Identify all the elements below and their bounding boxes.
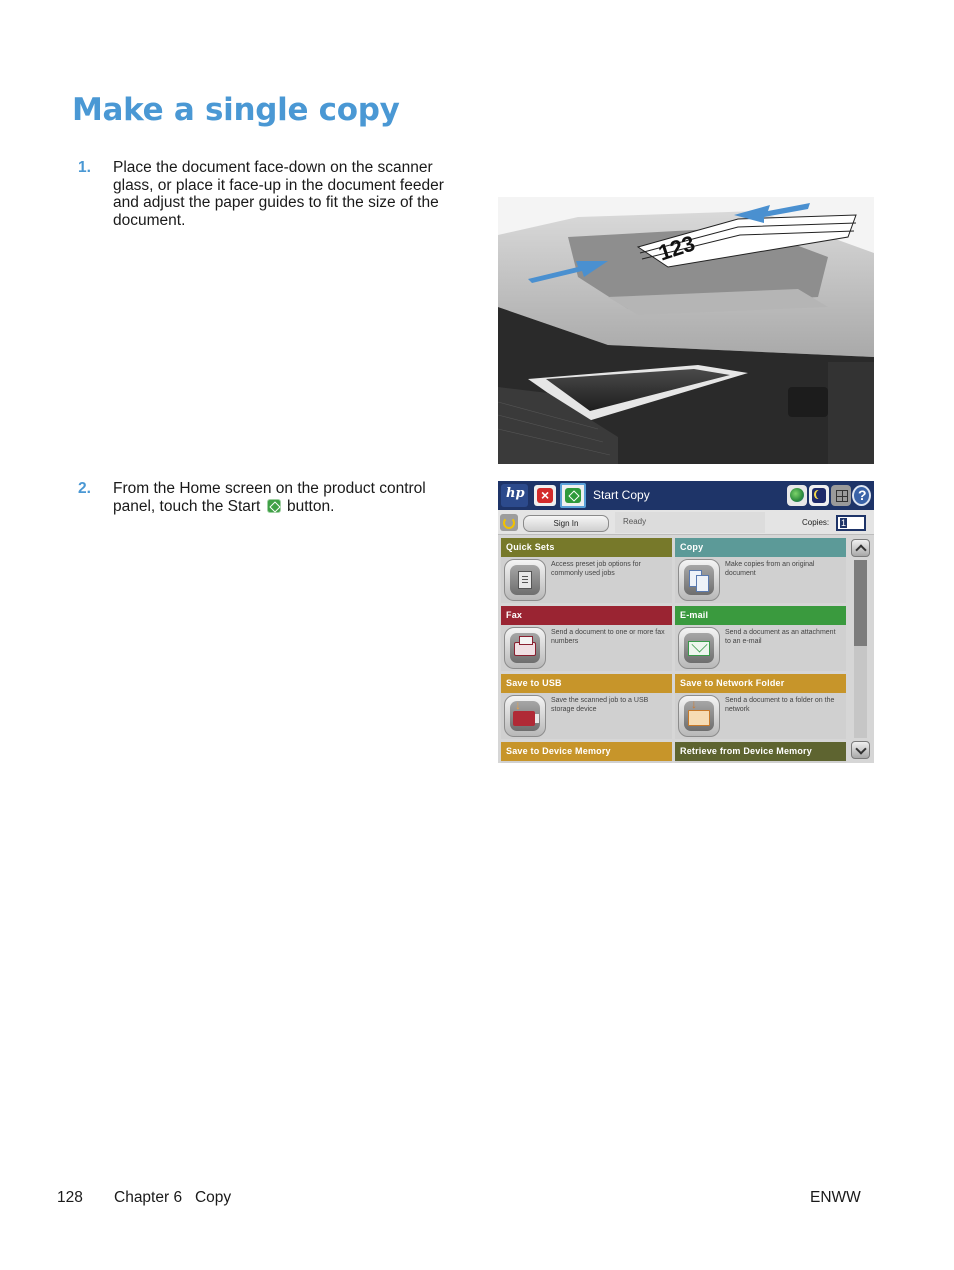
scrollbar-thumb[interactable] <box>854 560 867 646</box>
tile-description: Save the scanned job to a USB storage de… <box>551 697 649 713</box>
tile-description: Send a document to a folder on the netwo… <box>725 697 835 713</box>
tile-description: Send a document to one or more fax numbe… <box>551 629 665 645</box>
status-text: Ready <box>615 512 765 533</box>
tile-save-to-usb[interactable]: Save to USB Save the scanned job to a US… <box>501 674 672 739</box>
start-button[interactable] <box>560 483 586 508</box>
globe-icon[interactable] <box>787 485 807 506</box>
step-text: Place the document face-down on the scan… <box>113 159 444 229</box>
page-number: 128 <box>57 1189 83 1206</box>
tile-email[interactable]: E-mail Send a document as an attachment … <box>675 606 846 671</box>
step-number: 2. <box>78 480 91 497</box>
tile-description: Make copies from an original document <box>725 561 815 577</box>
start-icon <box>266 498 281 513</box>
sign-in-button[interactable]: Sign In <box>523 515 609 532</box>
network-folder-icon <box>678 695 720 737</box>
email-icon <box>678 627 720 669</box>
chapter-label: Chapter 6 Copy <box>114 1189 232 1206</box>
panel-top-bar: Start Copy <box>498 481 874 510</box>
tile-save-to-network-folder[interactable]: Save to Network Folder Send a document t… <box>675 674 846 739</box>
tile-retrieve-from-device-memory[interactable]: Retrieve from Device Memory <box>675 742 846 763</box>
tile-title: Save to Device Memory <box>501 742 672 761</box>
panel-status-bar: Sign In Ready Copies: 1 <box>498 510 874 535</box>
step-2: 2. From the Home screen on the product c… <box>78 480 448 515</box>
control-panel-home-screen: Start Copy Sign In Ready Copies: 1 Quick… <box>498 481 874 763</box>
scroll-down-button[interactable] <box>851 741 870 759</box>
start-copy-label: Start Copy <box>593 488 650 502</box>
sleep-icon[interactable] <box>809 485 829 506</box>
step-text: From the Home screen on the product cont… <box>113 480 448 515</box>
tile-fax[interactable]: Fax Send a document to one or more fax n… <box>501 606 672 671</box>
locale-label: ENWW <box>810 1189 861 1206</box>
step-1: 1. Place the document face-down on the s… <box>78 159 448 229</box>
tile-title: Quick Sets <box>501 538 672 557</box>
tile-description: Send a document as an attachment to an e… <box>725 629 836 645</box>
network-icon[interactable] <box>831 485 851 506</box>
copies-field: Copies: 1 <box>768 512 874 533</box>
document-feeder-illustration: 123 <box>498 197 874 464</box>
copies-value: 1 <box>840 518 848 528</box>
tile-title: Copy <box>675 538 846 557</box>
tile-copy[interactable]: Copy Make copies from an original docume… <box>675 538 846 603</box>
copies-input[interactable]: 1 <box>836 515 866 531</box>
step-number: 1. <box>78 159 91 176</box>
tile-title: Save to Network Folder <box>675 674 846 693</box>
feeder-drawing: 123 <box>498 197 874 464</box>
reset-button[interactable] <box>500 514 518 531</box>
tile-title: E-mail <box>675 606 846 625</box>
fax-icon <box>504 627 546 669</box>
usb-icon <box>504 695 546 737</box>
step-text-after: button. <box>286 497 335 515</box>
tile-save-to-device-memory[interactable]: Save to Device Memory <box>501 742 672 763</box>
hp-logo <box>501 484 528 507</box>
copies-label: Copies: <box>802 518 830 527</box>
tile-description: Access preset job options for commonly u… <box>551 561 641 577</box>
help-icon[interactable] <box>852 485 871 506</box>
tile-title: Retrieve from Device Memory <box>675 742 846 761</box>
tile-quick-sets[interactable]: Quick Sets Access preset job options for… <box>501 538 672 603</box>
copy-icon <box>678 559 720 601</box>
quick-sets-icon <box>504 559 546 601</box>
tile-title: Fax <box>501 606 672 625</box>
card-reader <box>788 387 828 417</box>
stop-button[interactable] <box>534 485 556 506</box>
page-title: Make a single copy <box>72 92 400 128</box>
tile-title: Save to USB <box>501 674 672 693</box>
scroll-up-button[interactable] <box>851 539 870 557</box>
